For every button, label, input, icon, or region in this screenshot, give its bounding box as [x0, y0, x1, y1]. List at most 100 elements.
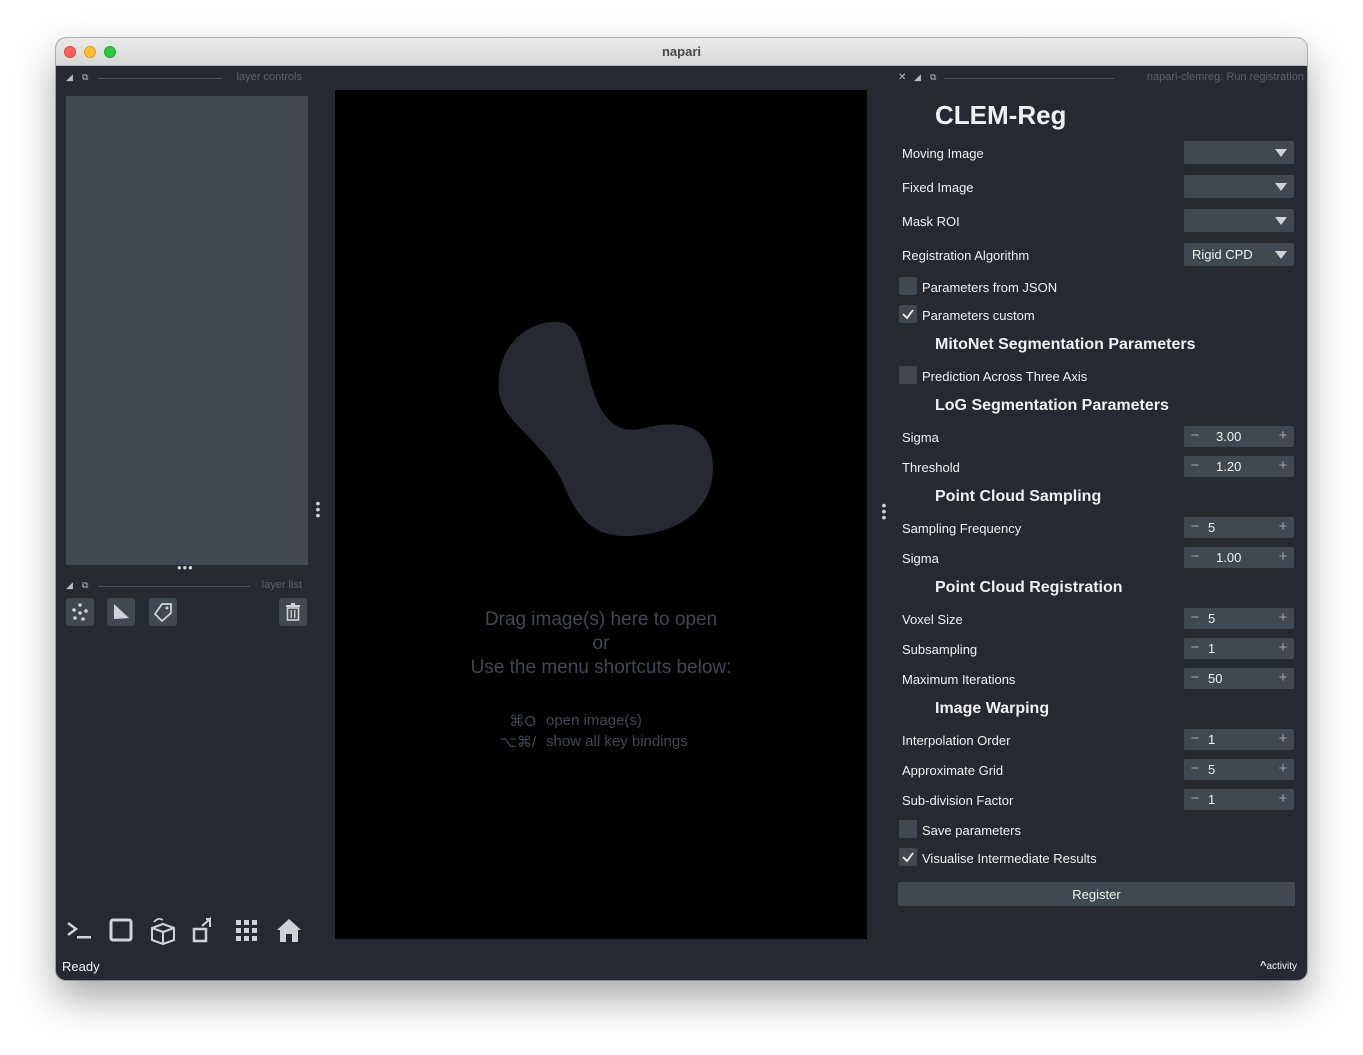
save-params-label: Save parameters — [922, 823, 1021, 838]
section-warping: Image Warping — [935, 700, 1050, 717]
ndisplay-button[interactable] — [106, 916, 136, 946]
log-sigma-spinbox[interactable]: − 3.00 + — [1184, 426, 1294, 447]
vertical-resize-handle[interactable]: ••• — [177, 560, 194, 575]
subsampling-spinbox[interactable]: − 1 + — [1184, 638, 1294, 659]
points-icon — [72, 603, 88, 621]
transpose-icon — [192, 916, 211, 943]
minus-icon[interactable]: − — [1188, 548, 1202, 566]
grid-view-button[interactable] — [232, 916, 262, 946]
minus-icon[interactable]: − — [1188, 457, 1202, 475]
plus-icon[interactable]: + — [1276, 760, 1290, 778]
minus-icon[interactable]: − — [1188, 609, 1202, 627]
minus-icon[interactable]: − — [1188, 427, 1202, 445]
register-button[interactable]: Register — [898, 882, 1295, 906]
minus-icon[interactable]: − — [1188, 730, 1202, 748]
window-title: napari — [661, 44, 701, 59]
interp-order-spinbox[interactable]: − 1 + — [1184, 729, 1294, 750]
params-json-checkbox[interactable] — [899, 277, 917, 295]
subsampling-label: Subsampling — [902, 642, 978, 657]
max-iter-spinbox[interactable]: − 50 + — [1184, 668, 1294, 689]
shortcut-key: ⌘O — [509, 713, 536, 730]
sampling-freq-spinbox[interactable]: − 5 + — [1184, 517, 1294, 538]
home-button[interactable] — [274, 916, 304, 946]
fixed-image-select[interactable] — [1184, 175, 1294, 198]
transpose-button[interactable] — [190, 916, 220, 946]
register-button-label: Register — [1072, 887, 1121, 902]
plus-icon[interactable]: + — [1276, 518, 1290, 536]
plus-icon[interactable]: + — [1276, 457, 1290, 475]
interp-order-label: Interpolation Order — [902, 733, 1011, 748]
minus-icon[interactable]: − — [1188, 669, 1202, 687]
plus-icon[interactable]: + — [1276, 730, 1290, 748]
visualise-checkbox[interactable] — [899, 848, 917, 866]
plus-icon[interactable]: + — [1276, 609, 1290, 627]
plugin-dock-header: ✕ ◢ ⧉ napari-clemreg: Run registration — [896, 68, 1304, 88]
activity-button[interactable]: ^activity — [1260, 960, 1297, 972]
new-points-layer-button[interactable] — [66, 598, 94, 626]
chevron-down-icon — [1275, 149, 1287, 157]
mask-roi-select[interactable] — [1184, 209, 1294, 232]
sampling-sigma-spinbox[interactable]: − 1.00 + — [1184, 547, 1294, 568]
three-axis-label: Prediction Across Three Axis — [922, 369, 1088, 384]
console-button[interactable] — [64, 916, 94, 946]
minus-icon[interactable]: − — [1188, 639, 1202, 657]
new-shapes-layer-button[interactable] — [107, 598, 135, 626]
voxel-size-spinbox[interactable]: − 5 + — [1184, 608, 1294, 629]
section-mitonet: MitoNet Segmentation Parameters — [935, 336, 1196, 353]
save-params-checkbox[interactable] — [899, 820, 917, 838]
plus-icon[interactable]: + — [1276, 790, 1290, 808]
subdiv-label: Sub-division Factor — [902, 793, 1014, 808]
roll-dimensions-button[interactable] — [148, 916, 178, 946]
chevron-down-icon — [1275, 217, 1287, 225]
square-icon — [109, 918, 133, 942]
checkmark-icon — [902, 309, 914, 320]
visualise-label: Visualise Intermediate Results — [922, 851, 1097, 866]
title-bar: napari — [56, 38, 1307, 66]
right-splitter-handle[interactable]: • • • — [881, 498, 887, 524]
clemreg-panel: CLEM-Reg Moving Image Fixed Image Mask R… — [894, 90, 1307, 960]
console-icon — [67, 922, 91, 939]
cube-icon — [151, 918, 175, 946]
params-custom-checkbox[interactable] — [899, 305, 917, 323]
voxel-size-label: Voxel Size — [902, 612, 963, 627]
undock-icon[interactable]: ⧉ — [82, 72, 88, 83]
subdiv-spinbox[interactable]: − 1 + — [1184, 789, 1294, 810]
approx-grid-spinbox[interactable]: − 5 + — [1184, 759, 1294, 780]
float-icon[interactable]: ◢ — [66, 72, 73, 83]
status-text: Ready — [62, 959, 100, 974]
close-icon[interactable]: ✕ — [898, 72, 906, 83]
left-splitter-handle[interactable]: • • • — [315, 496, 321, 522]
section-registration: Point Cloud Registration — [935, 579, 1123, 596]
undock-icon[interactable]: ⧉ — [930, 72, 936, 83]
three-axis-checkbox[interactable] — [899, 366, 917, 384]
home-icon — [277, 919, 301, 942]
moving-image-label: Moving Image — [902, 146, 984, 161]
shortcut-desc: show all key bindings — [546, 733, 688, 750]
plus-icon[interactable]: + — [1276, 669, 1290, 687]
algorithm-select[interactable]: Rigid CPD — [1184, 243, 1294, 266]
labels-icon — [153, 603, 172, 622]
section-log: LoG Segmentation Parameters — [935, 397, 1169, 414]
params-custom-label: Parameters custom — [922, 308, 1035, 323]
moving-image-select[interactable] — [1184, 141, 1294, 164]
float-icon[interactable]: ◢ — [914, 72, 921, 83]
plus-icon[interactable]: + — [1276, 427, 1290, 445]
plus-icon[interactable]: + — [1276, 548, 1290, 566]
minus-icon[interactable]: − — [1188, 518, 1202, 536]
new-labels-layer-button[interactable] — [149, 598, 177, 626]
log-threshold-spinbox[interactable]: − 1.20 + — [1184, 456, 1294, 477]
log-sigma-label: Sigma — [902, 430, 939, 445]
shortcut-key: ⌥⌘/ — [499, 734, 536, 751]
minus-icon[interactable]: − — [1188, 790, 1202, 808]
minus-icon[interactable]: − — [1188, 760, 1202, 778]
shapes-icon — [114, 604, 129, 619]
params-json-label: Parameters from JSON — [922, 280, 1058, 295]
viewer-canvas[interactable]: Drag image(s) here to open or Use the me… — [335, 90, 867, 939]
undock-icon[interactable]: ⧉ — [82, 580, 88, 591]
delete-layer-button[interactable] — [279, 598, 307, 626]
panel-title: CLEM-Reg — [935, 100, 1067, 130]
chevron-down-icon — [1275, 251, 1287, 259]
float-icon[interactable]: ◢ — [66, 580, 73, 591]
plus-icon[interactable]: + — [1276, 639, 1290, 657]
layer-controls-area — [66, 96, 308, 565]
